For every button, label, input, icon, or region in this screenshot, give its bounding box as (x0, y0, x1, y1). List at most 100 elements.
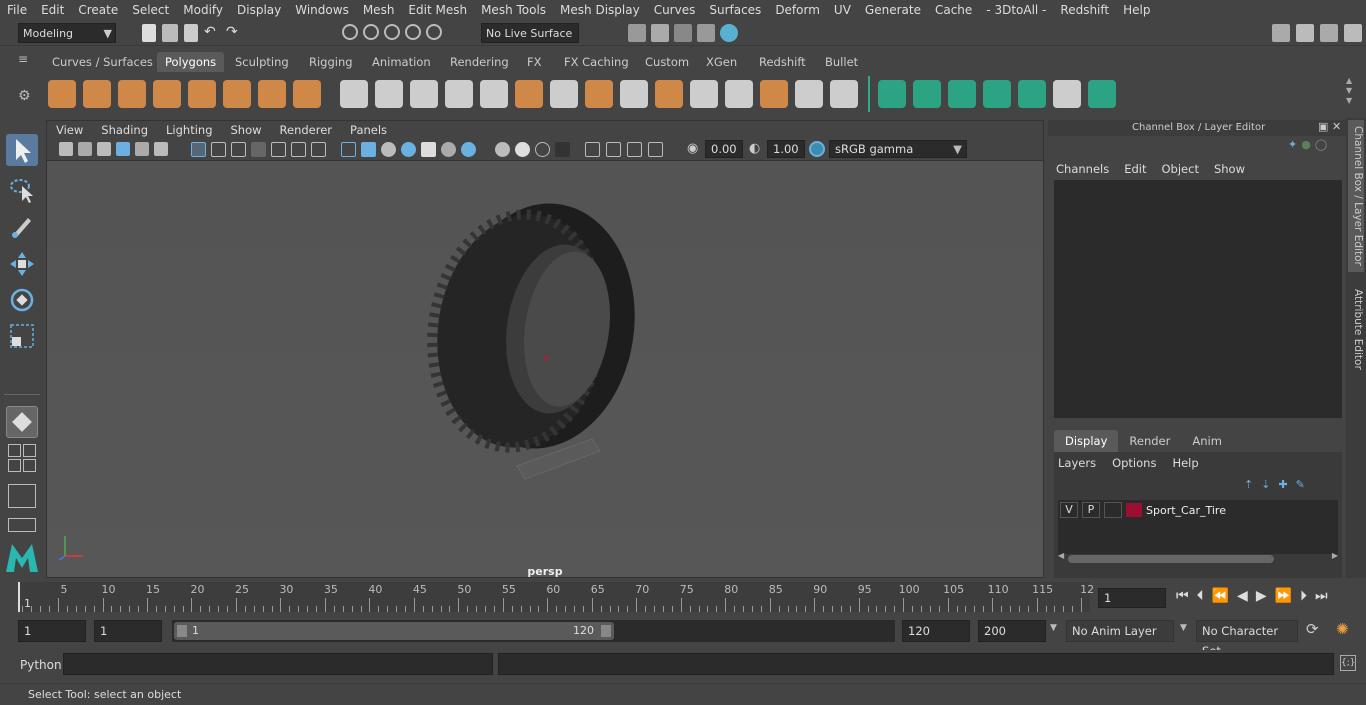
wireframe-on-shaded-icon[interactable] (401, 142, 416, 157)
layer-row[interactable]: V P Sport_Car_Tire (1058, 500, 1338, 520)
graph-layout-icon[interactable] (8, 518, 36, 532)
smooth-icon[interactable] (445, 80, 473, 108)
layer-name[interactable]: Sport_Car_Tire (1146, 504, 1226, 517)
channel-list[interactable] (1054, 180, 1342, 418)
render-frame-icon[interactable] (651, 24, 669, 42)
film-gate-icon[interactable] (211, 142, 226, 157)
uv-project-icon[interactable] (878, 80, 906, 108)
side-tab-attribute-editor[interactable]: Attribute Editor (1348, 284, 1364, 374)
gamma-field[interactable]: 1.00 (767, 140, 805, 158)
rotate-tool-icon[interactable] (6, 284, 38, 316)
channel-menu-show[interactable]: Show (1214, 162, 1245, 176)
textured-icon[interactable] (421, 142, 436, 157)
shelf-menu-icon[interactable]: ≡ (18, 52, 36, 72)
pipe-icon[interactable] (293, 80, 321, 108)
shelf-tab-fx[interactable]: FX (519, 52, 550, 72)
boolean-icon[interactable] (515, 80, 543, 108)
open-scene-icon[interactable] (162, 24, 178, 42)
append-icon[interactable] (690, 80, 718, 108)
chevron-down-icon[interactable]: ▼ (1180, 623, 1187, 633)
shelf-tab-xgen[interactable]: XGen (698, 52, 745, 72)
select-camera-icon[interactable] (59, 142, 73, 156)
hypershade-icon[interactable] (720, 24, 738, 42)
motion-blur-icon[interactable] (515, 142, 530, 157)
color-management-icon[interactable] (809, 141, 825, 157)
snap-grid-icon[interactable] (342, 24, 358, 40)
new-scene-icon[interactable] (142, 24, 156, 42)
uv-automatic-icon[interactable] (983, 80, 1011, 108)
menu-help[interactable]: Help (1116, 3, 1157, 17)
channel-box-icon[interactable] (1344, 24, 1362, 42)
menu-create[interactable]: Create (71, 3, 125, 17)
uv-checker-icon[interactable] (1053, 80, 1081, 108)
multi-cut-icon[interactable] (550, 80, 578, 108)
step-forward-frame-icon[interactable]: ⏵ (1300, 588, 1307, 604)
layer-tab-display[interactable]: Display (1054, 430, 1119, 452)
range-slider[interactable]: 1 120 (172, 620, 895, 642)
character-set-dropdown[interactable]: No Character Set (1196, 620, 1298, 658)
menu-generate[interactable]: Generate (858, 3, 928, 17)
step-back-frame-icon[interactable]: ⏴ (1197, 588, 1204, 604)
sphere-icon[interactable] (48, 80, 76, 108)
redo-icon[interactable]: ↷ (226, 24, 242, 42)
xray-components-icon[interactable] (648, 142, 663, 157)
float-icon[interactable]: ▣ (1318, 120, 1328, 133)
mirror-icon[interactable] (410, 80, 438, 108)
field-chart-icon[interactable] (271, 142, 286, 157)
mode-dropdown[interactable]: Modeling ▼ (18, 23, 116, 43)
menu-redshift[interactable]: Redshift (1053, 3, 1116, 17)
new-empty-layer-icon[interactable]: ✚ (1278, 478, 1287, 491)
current-frame-field[interactable]: 1 (1098, 588, 1166, 608)
playback-start-field[interactable]: 1 (94, 620, 162, 642)
go-to-end-icon[interactable]: ⏭ (1315, 588, 1328, 604)
outliner-layout-icon[interactable] (8, 484, 36, 508)
resolution-gate-icon[interactable] (231, 142, 246, 157)
undo-icon[interactable]: ↶ (204, 24, 220, 42)
snap-curve-icon[interactable] (363, 24, 379, 40)
end-time-field[interactable]: 200 (978, 620, 1046, 642)
bridge-icon[interactable] (620, 80, 648, 108)
depth-of-field-icon[interactable] (555, 142, 570, 157)
start-time-field[interactable]: 1 (18, 620, 86, 642)
attribute-editor-icon[interactable] (1296, 24, 1314, 42)
render-view-icon[interactable] (628, 24, 646, 42)
close-icon[interactable]: ✕ (1332, 120, 1341, 133)
menu-curves[interactable]: Curves (647, 3, 703, 17)
save-scene-icon[interactable] (184, 24, 198, 42)
default-material-icon[interactable] (381, 142, 396, 157)
auto-key-icon[interactable]: ⟳ (1306, 620, 1319, 638)
shelf-tab-polygons[interactable]: Polygons (157, 52, 225, 72)
manipulator-icon[interactable]: ✦ (1288, 138, 1297, 151)
cube-icon[interactable] (83, 80, 111, 108)
layer-display-type[interactable] (1104, 502, 1122, 518)
layer-scrollbar[interactable]: ◀ ▶ (1058, 551, 1338, 564)
shelf-tab-rendering[interactable]: Rendering (442, 52, 517, 72)
tool-settings-icon[interactable] (1320, 24, 1338, 42)
playback-end-field[interactable]: 120 (902, 620, 970, 642)
snap-surface-icon[interactable] (426, 24, 442, 40)
shelf-tab-fx-caching[interactable]: FX Caching (556, 52, 637, 72)
menu-file[interactable]: File (0, 3, 34, 17)
maya-logo-icon[interactable] (4, 540, 40, 574)
layer-playback-toggle[interactable]: P (1082, 502, 1100, 518)
viewport-menu-renderer[interactable]: Renderer (271, 123, 342, 137)
fill-hole-icon[interactable] (480, 80, 508, 108)
shelf-tab-animation[interactable]: Animation (364, 52, 439, 72)
plane-icon[interactable] (188, 80, 216, 108)
merge-icon[interactable] (760, 80, 788, 108)
menu-windows[interactable]: Windows (288, 3, 356, 17)
move-tool-icon[interactable] (6, 248, 38, 280)
command-language-label[interactable]: Python (20, 658, 62, 672)
combine-icon[interactable] (340, 80, 368, 108)
menu-surfaces[interactable]: Surfaces (702, 3, 768, 17)
layer-color-swatch[interactable] (1126, 503, 1142, 517)
layer-menu-layers[interactable]: Layers (1058, 456, 1096, 470)
play-forwards-icon[interactable]: ▶ (1256, 588, 1267, 604)
side-tab-channel-box[interactable]: Channel Box / Layer Editor (1348, 120, 1364, 272)
uv-cylindrical-icon[interactable] (948, 80, 976, 108)
range-end-grip[interactable] (601, 625, 611, 637)
menu-modify[interactable]: Modify (176, 3, 230, 17)
layer-menu-options[interactable]: Options (1112, 456, 1156, 470)
live-surface-field[interactable]: No Live Surface (481, 23, 579, 43)
shelf-tab-curves-surfaces[interactable]: Curves / Surfaces (44, 52, 161, 72)
